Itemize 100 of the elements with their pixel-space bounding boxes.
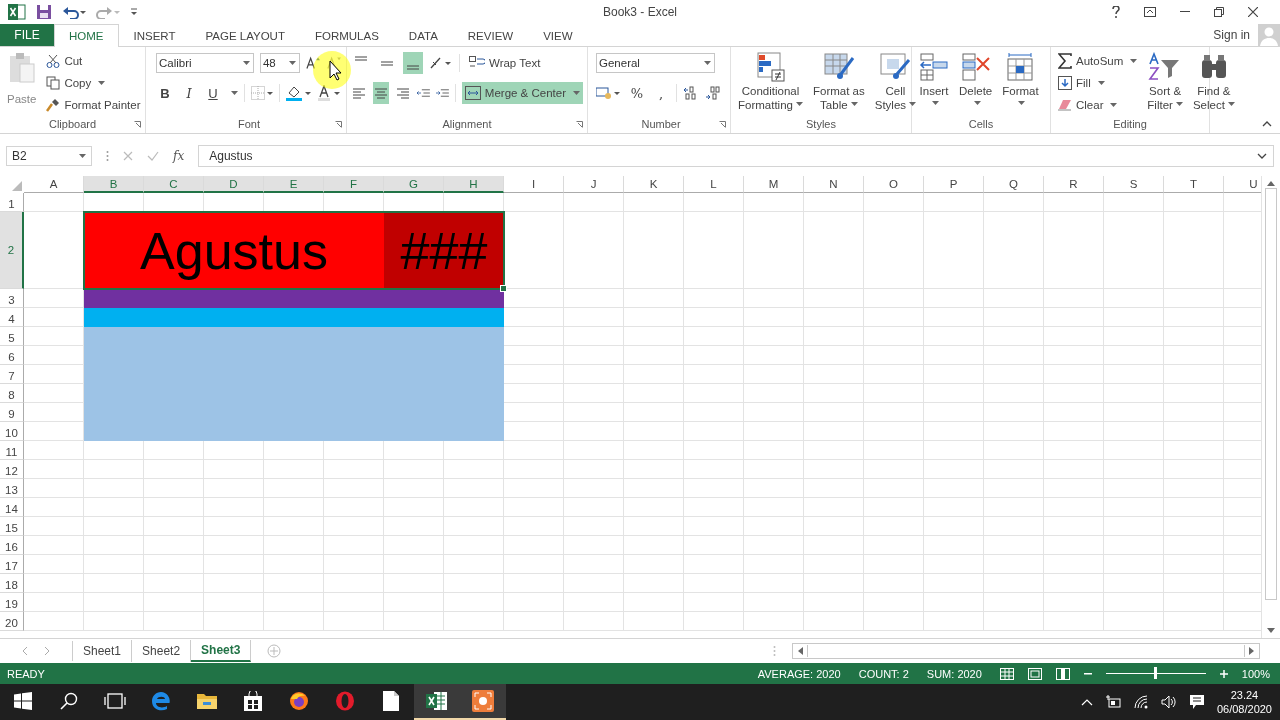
underline-button[interactable]: U [204,83,222,103]
clear-button[interactable]: Clear [1055,95,1141,115]
caret-icon[interactable] [1018,101,1026,105]
italic-button[interactable]: I [180,83,198,103]
caret-icon[interactable] [79,154,86,158]
ribbon-tab[interactable]: VIEW [528,24,588,46]
column-header[interactable]: G [384,176,444,193]
caret-icon[interactable] [1227,102,1235,106]
increase-font-icon[interactable] [306,56,322,70]
wrap-text-button[interactable]: Wrap Text [466,53,544,73]
decrease-decimal-icon[interactable] [705,86,721,100]
caret-icon[interactable] [850,102,858,106]
ribbon-display-icon[interactable] [1144,7,1156,17]
row-header[interactable]: 13 [0,479,24,498]
clock-date[interactable]: 06/08/2020 [1216,702,1272,716]
font-name-dropdown[interactable]: Calibri [156,53,254,73]
expand-icon[interactable] [1257,153,1267,159]
caret-icon[interactable] [795,102,803,106]
cells-button[interactable]: Format [999,50,1042,115]
caret-icon[interactable] [242,61,250,65]
font-color-icon[interactable] [318,85,342,101]
caret-icon[interactable] [1175,102,1183,106]
help-icon[interactable] [1112,6,1120,18]
caret-icon[interactable] [932,101,939,105]
undo-icon[interactable] [62,5,86,19]
row-header[interactable]: 11 [0,441,24,460]
zoom-level[interactable]: 100% [1241,667,1270,680]
horizontal-scrollbar[interactable] [792,643,1260,659]
column-header[interactable]: C [144,176,204,193]
name-box[interactable]: B2 [6,146,92,166]
row-header[interactable]: 5 [0,327,24,346]
row-header[interactable]: 6 [0,346,24,365]
styles-button[interactable]: Conditional Formatting [735,50,806,115]
file-tab[interactable]: FILE [0,24,54,46]
zoom-slider[interactable] [1154,667,1158,679]
caret-icon[interactable] [973,101,981,105]
insert-function-button[interactable]: fx [173,149,185,163]
ribbon-tab[interactable]: HOME [54,24,119,47]
percent-button[interactable]: % [628,83,646,103]
clock-time[interactable]: 23.24 [1230,688,1259,702]
dialog-launcher-icon[interactable] [134,121,141,128]
paste-button[interactable]: Paste [4,50,40,115]
orientation-icon[interactable] [429,56,453,70]
caret-icon[interactable] [704,61,711,65]
column-header[interactable]: A [24,176,84,193]
wifi-icon[interactable] [1132,695,1149,709]
restore-icon[interactable] [1214,7,1224,17]
close-icon[interactable] [1248,7,1258,17]
ribbon-tab[interactable]: PAGE LAYOUT [190,24,300,46]
decrease-font-icon[interactable] [327,56,342,70]
sign-in-link[interactable]: Sign in [1213,28,1250,42]
column-header[interactable]: B [84,176,144,193]
styles-button[interactable]: Format as Table [809,50,868,115]
scroll-up-icon[interactable] [1267,180,1275,186]
row-header[interactable]: 19 [0,593,24,612]
notification-icon[interactable] [1188,694,1205,710]
fill-button[interactable]: Fill [1055,73,1141,93]
row-header[interactable]: 16 [0,536,24,555]
font-size-dropdown[interactable]: 48 [259,53,301,73]
column-header[interactable]: N [804,176,864,193]
ribbon-tab[interactable]: REVIEW [452,24,529,46]
vertical-scrollbar[interactable] [1261,176,1280,638]
zoom-in-icon[interactable] [1219,669,1228,678]
row-header[interactable]: 12 [0,460,24,479]
scroll-left-icon[interactable] [797,647,803,655]
dialog-launcher-icon[interactable] [719,121,726,128]
dialog-launcher-icon[interactable] [576,121,583,128]
bold-button[interactable]: B [156,83,174,103]
cut-button[interactable]: Cut [43,51,144,71]
column-header[interactable]: M [744,176,804,193]
caret-icon[interactable] [98,81,106,85]
caret-icon[interactable] [1097,81,1105,85]
row-header[interactable]: 9 [0,403,24,422]
column-header[interactable]: R [1044,176,1104,193]
scroll-down-icon[interactable] [1267,628,1275,634]
number-format-dropdown[interactable]: General [596,53,715,73]
speaker-icon[interactable] [1160,695,1177,709]
row-header[interactable]: 15 [0,517,24,536]
column-header[interactable]: E [264,176,324,193]
normal-view-icon[interactable] [999,667,1014,680]
row-header[interactable]: 10 [0,422,24,441]
ribbon-tab[interactable]: DATA [393,24,453,46]
row-header[interactable]: 3 [0,289,24,308]
column-header[interactable]: D [204,176,264,193]
row-header[interactable]: 8 [0,384,24,403]
row-header[interactable]: 20 [0,612,24,631]
column-header[interactable]: F [324,176,384,193]
increase-decimal-icon[interactable] [683,86,699,100]
decrease-indent-icon[interactable] [417,87,431,99]
column-header[interactable]: T [1164,176,1224,193]
taskbar-button[interactable] [414,684,460,720]
column-header[interactable]: L [684,176,744,193]
save-icon[interactable] [36,4,52,20]
column-header[interactable]: O [864,176,924,193]
row-header[interactable]: 4 [0,308,24,327]
battery-icon[interactable] [1104,695,1121,709]
column-header[interactable]: K [624,176,684,193]
increase-indent-icon[interactable] [436,87,450,99]
format-painter-button[interactable]: Format Painter [43,95,144,115]
ribbon-tab[interactable]: FORMULAS [299,24,394,46]
